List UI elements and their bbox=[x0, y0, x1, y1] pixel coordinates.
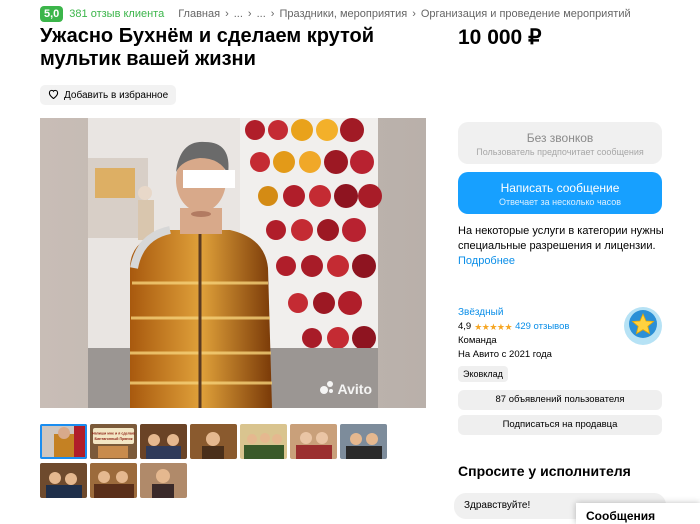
main-photo[interactable]: Avito bbox=[40, 118, 426, 408]
rating-badge: 5,0 bbox=[40, 6, 64, 22]
licence-notice: На некоторые услуги в категории нужны сп… bbox=[458, 224, 678, 269]
no-calls-subtitle: Пользователь предпочитает сообщения bbox=[476, 147, 644, 157]
seller-avatar[interactable] bbox=[624, 307, 662, 345]
messages-widget[interactable]: Сообщения bbox=[576, 503, 700, 524]
avito-watermark: Avito bbox=[319, 379, 372, 398]
no-calls-title: Без звонков bbox=[526, 131, 594, 145]
subscribe-seller-button[interactable]: Подписаться на продавца bbox=[458, 415, 662, 435]
breadcrumb: 5,0 381 отзыв клиента Главная › ... › ..… bbox=[40, 6, 631, 22]
thumbnail-10[interactable] bbox=[140, 463, 187, 498]
star-avatar-icon bbox=[628, 309, 658, 344]
seller-since: На Авито с 2021 года bbox=[458, 349, 552, 360]
thumbnail-7[interactable] bbox=[340, 424, 387, 459]
breadcrumb-events[interactable]: Организация и проведение мероприятий bbox=[421, 8, 631, 20]
seller-type: Команда bbox=[458, 335, 497, 346]
eco-tag[interactable]: Эковклад bbox=[458, 366, 508, 382]
add-to-favorites-button[interactable]: Добавить в избранное bbox=[40, 85, 177, 105]
seller-card: Звёздный 4,9 ★★★★★ 429 отзывов Команда Н… bbox=[458, 306, 618, 362]
seller-rating-row: 4,9 ★★★★★ 429 отзывов bbox=[458, 320, 618, 334]
avito-dots-icon bbox=[319, 379, 335, 398]
breadcrumb-ellipsis[interactable]: ... bbox=[234, 8, 243, 20]
breadcrumb-ellipsis[interactable]: ... bbox=[257, 8, 266, 20]
thumbnail-3[interactable] bbox=[140, 424, 187, 459]
thumbnail-4[interactable] bbox=[190, 424, 237, 459]
listing-title: Ужасно Бухнём и сделаем крутой мультик в… bbox=[40, 25, 375, 70]
write-message-button[interactable]: Написать сообщение Отвечает за несколько… bbox=[458, 172, 662, 214]
thumbnail-9[interactable] bbox=[90, 463, 137, 498]
breadcrumb-separator: › bbox=[225, 8, 229, 20]
main-photo-image bbox=[40, 118, 426, 408]
heart-icon bbox=[48, 89, 59, 102]
breadcrumb-separator: › bbox=[270, 8, 275, 20]
listing-price: 10 000 ₽ bbox=[458, 26, 542, 49]
breadcrumb-holidays[interactable]: Праздники, мероприятия bbox=[279, 8, 407, 20]
thumbnail-1[interactable] bbox=[40, 424, 87, 459]
seller-reviews-link[interactable]: 429 отзывов bbox=[515, 320, 569, 334]
thumbnail-2-caption-line-2: Бинтагонный Пряник bbox=[95, 437, 133, 441]
thumbnail-strip: Напиши мне и я сделаю Бинтагонный Пряник bbox=[40, 424, 400, 498]
licence-more-link[interactable]: Подробнее bbox=[458, 254, 678, 269]
write-message-subtitle: Отвечает за несколько часов bbox=[498, 197, 622, 207]
thumbnail-8[interactable] bbox=[40, 463, 87, 498]
avito-watermark-label: Avito bbox=[337, 380, 372, 397]
thumbnail-6[interactable] bbox=[290, 424, 337, 459]
seller-name[interactable]: Звёздный bbox=[458, 306, 618, 320]
no-calls-button[interactable]: Без звонков Пользователь предпочитает со… bbox=[458, 122, 662, 164]
seller-rating: 4,9 bbox=[458, 321, 472, 332]
write-message-title: Написать сообщение bbox=[500, 181, 620, 195]
star-rating-icon: ★★★★★ bbox=[474, 322, 513, 332]
breadcrumb-separator: › bbox=[412, 8, 416, 20]
add-to-favorites-label: Добавить в избранное bbox=[64, 89, 169, 101]
licence-text: На некоторые услуги в категории нужны сп… bbox=[458, 225, 664, 252]
breadcrumb-home[interactable]: Главная bbox=[178, 8, 220, 20]
reviews-link[interactable]: 381 отзыв клиента bbox=[69, 8, 164, 20]
thumbnail-2[interactable]: Напиши мне и я сделаю Бинтагонный Пряник bbox=[90, 424, 137, 459]
thumbnail-2-caption-line-1: Напиши мне и я сделаю bbox=[92, 432, 135, 436]
breadcrumb-separator: › bbox=[247, 8, 252, 20]
seller-ads-button[interactable]: 87 объявлений пользователя bbox=[458, 390, 662, 410]
ask-section-title: Спросите у исполнителя bbox=[458, 463, 631, 479]
thumbnail-5[interactable] bbox=[240, 424, 287, 459]
